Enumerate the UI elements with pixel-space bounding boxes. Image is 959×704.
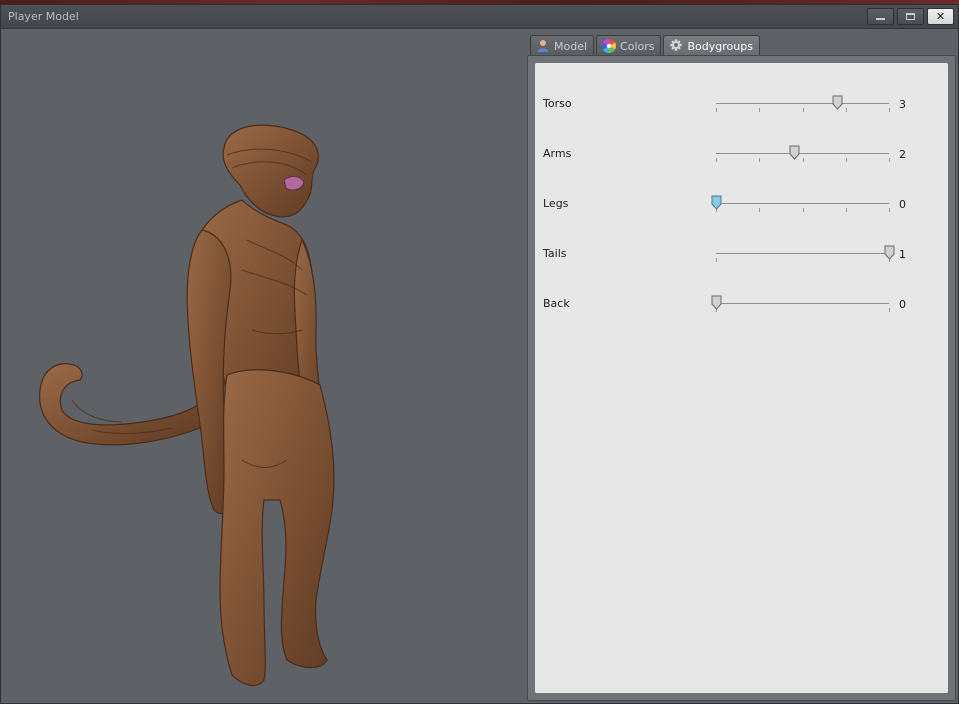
player-model-window: Player Model ✕ Model Colors Bodygroups T… — [0, 4, 959, 704]
bodygroup-row-arms: Arms 2 — [535, 138, 948, 168]
slider-track[interactable] — [716, 303, 889, 304]
slider-track[interactable] — [716, 253, 889, 254]
tab-colors[interactable]: Colors — [596, 35, 662, 56]
bodygroup-value: 0 — [899, 198, 906, 211]
slider-knob[interactable] — [832, 95, 843, 110]
tab-bodygroups[interactable]: Bodygroups — [663, 35, 760, 56]
bodygroups-panel-frame: Torso 3 Arms 2 Legs 0 Tails 1 Back 0 — [527, 55, 956, 701]
person-icon — [536, 39, 550, 53]
tab-bar: Model Colors Bodygroups — [530, 35, 760, 56]
bodygroup-value: 0 — [899, 298, 906, 311]
slider-tick — [716, 108, 717, 112]
maximize-icon — [906, 13, 915, 20]
tab-model[interactable]: Model — [530, 35, 595, 56]
slider-knob[interactable] — [789, 145, 800, 160]
slider-track[interactable] — [716, 103, 889, 104]
minimize-icon — [876, 18, 885, 20]
slider-knob[interactable] — [711, 295, 722, 310]
close-button[interactable]: ✕ — [927, 8, 954, 25]
slider-track[interactable] — [716, 153, 889, 154]
minimize-button[interactable] — [867, 8, 894, 25]
slider-tick — [759, 208, 760, 212]
bodygroup-label: Arms — [543, 147, 572, 160]
window-title: Player Model — [8, 10, 79, 23]
slider-tick — [759, 108, 760, 112]
bodygroups-panel: Torso 3 Arms 2 Legs 0 Tails 1 Back 0 — [535, 63, 948, 693]
bodygroup-row-back: Back 0 — [535, 288, 948, 318]
slider-tick — [846, 208, 847, 212]
bodygroup-value: 1 — [899, 248, 906, 261]
maximize-button[interactable] — [897, 8, 924, 25]
slider-tick — [846, 158, 847, 162]
bodygroup-row-legs: Legs 0 — [535, 188, 948, 218]
bodygroup-label: Torso — [543, 97, 572, 110]
slider-tick — [803, 208, 804, 212]
bodygroup-value: 2 — [899, 148, 906, 161]
slider-knob[interactable] — [884, 245, 895, 260]
player-model-render — [39, 124, 335, 687]
bodygroup-row-torso: Torso 3 — [535, 88, 948, 118]
slider-tick — [889, 308, 890, 312]
title-bar[interactable]: Player Model ✕ — [1, 5, 958, 29]
tab-label: Bodygroups — [687, 39, 753, 53]
slider-tick — [759, 158, 760, 162]
slider-tick — [803, 108, 804, 112]
bodygroup-label: Back — [543, 297, 570, 310]
slider-tick — [716, 258, 717, 262]
bodygroup-label: Tails — [543, 247, 567, 260]
slider-tick — [889, 158, 890, 162]
bodygroup-label: Legs — [543, 197, 569, 210]
gear-icon — [669, 38, 683, 53]
close-icon: ✕ — [935, 10, 946, 23]
color-wheel-icon — [602, 39, 617, 53]
model-preview-viewport[interactable] — [2, 30, 524, 702]
slider-tick — [803, 158, 804, 162]
slider-tick — [889, 208, 890, 212]
tab-label: Model — [554, 39, 588, 53]
bodygroup-value: 3 — [899, 98, 906, 111]
slider-tick — [889, 108, 890, 112]
slider-tick — [846, 108, 847, 112]
slider-knob[interactable] — [711, 195, 722, 210]
bodygroup-row-tails: Tails 1 — [535, 238, 948, 268]
tab-label: Colors — [620, 39, 655, 53]
slider-tick — [716, 158, 717, 162]
slider-track[interactable] — [716, 203, 889, 204]
